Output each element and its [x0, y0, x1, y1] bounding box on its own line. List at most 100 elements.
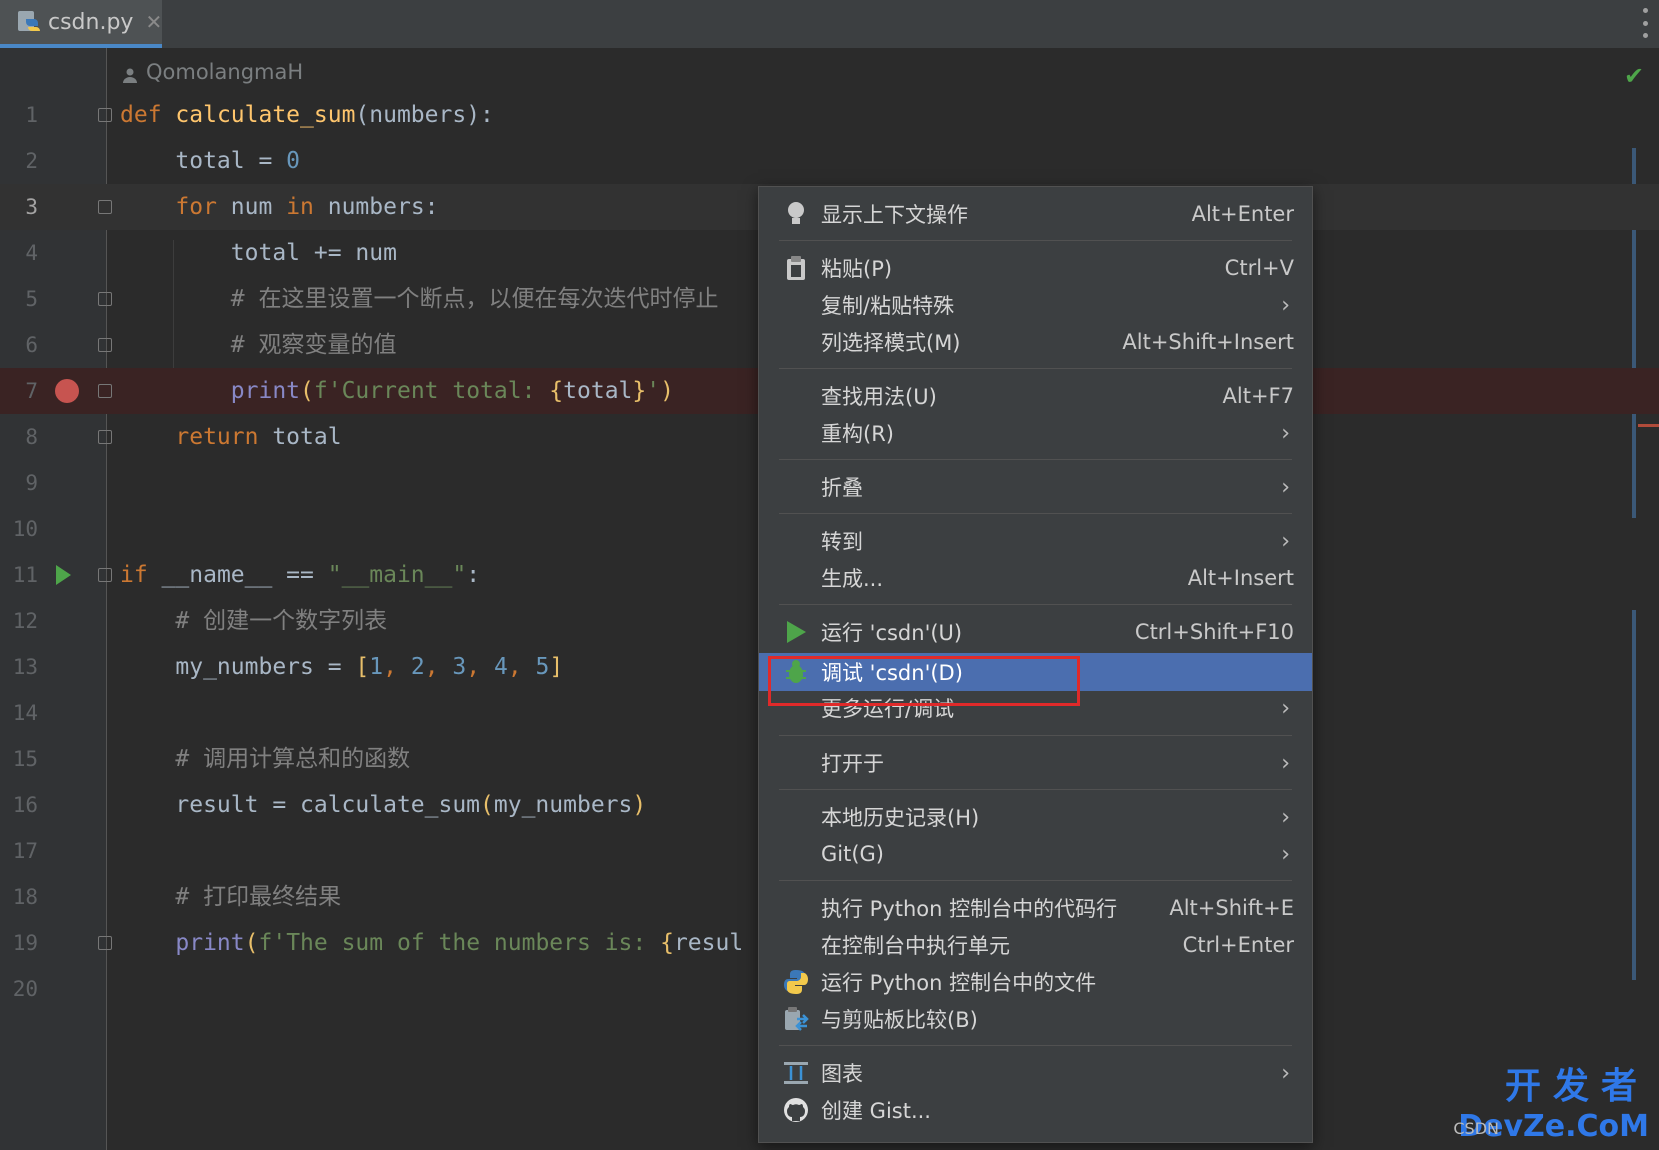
more-options-icon[interactable] — [1639, 8, 1651, 38]
menu-item-compare-clipboard[interactable]: 与剪贴板比较(B) — [759, 1001, 1312, 1037]
line-number: 18 — [12, 885, 38, 909]
menu-item-label: 复制/粘贴特殊 — [821, 294, 955, 318]
code-token: def — [120, 102, 162, 128]
menu-item-label: 折叠 — [821, 476, 863, 500]
line-number: 2 — [25, 149, 38, 173]
menu-item-shortcut: Alt+Enter — [1191, 202, 1294, 226]
code-token: 0 — [286, 148, 301, 174]
menu-item-label: 执行 Python 控制台中的代码行 — [821, 897, 1118, 921]
chevron-right-icon: › — [1281, 1060, 1290, 1086]
fold-icon[interactable] — [98, 568, 112, 582]
fold-icon[interactable] — [98, 936, 112, 950]
menu-item-label: 显示上下文操作 — [821, 203, 968, 227]
fold-icon[interactable] — [98, 108, 112, 122]
code-token: 2 — [410, 654, 425, 680]
menu-item-generate[interactable]: 生成... Alt+Insert — [759, 560, 1312, 596]
menu-item-label: 生成... — [821, 567, 884, 591]
code-token: calculate_sum — [175, 102, 356, 128]
compare-clipboard-icon — [781, 1004, 811, 1034]
watermark-small: CSDN — [1453, 1119, 1499, 1138]
fold-icon[interactable] — [98, 384, 112, 398]
menu-item-git[interactable]: Git(G) › — [759, 836, 1312, 872]
menu-item-find-usages[interactable]: 查找用法(U) Alt+F7 — [759, 378, 1312, 414]
menu-item-column-selection[interactable]: 列选择模式(M) Alt+Shift+Insert — [759, 324, 1312, 360]
code-token: my_numbers — [493, 792, 633, 818]
code-token: ( — [300, 378, 314, 404]
code-token: for — [175, 194, 217, 220]
code-line-1: 1 def calculate_sum(numbers): — [0, 92, 1659, 138]
menu-item-copy-paste-special[interactable]: 复制/粘贴特殊 › — [759, 287, 1312, 323]
menu-item-run-file-in-console[interactable]: 运行 Python 控制台中的文件 — [759, 964, 1312, 1000]
chevron-right-icon: › — [1281, 420, 1290, 446]
code-token: ( — [480, 792, 494, 818]
code-token: f'Current total: — [313, 378, 550, 404]
line-number: 6 — [25, 333, 38, 357]
code-comment: # 打印最终结果 — [175, 884, 342, 910]
code-token: , — [507, 654, 536, 680]
menu-item-label: 查找用法(U) — [821, 385, 937, 409]
menu-item-label: 本地历史记录(H) — [821, 806, 980, 830]
close-icon[interactable]: ✕ — [145, 10, 162, 34]
menu-item-show-context-actions[interactable]: 显示上下文操作 Alt+Enter — [759, 196, 1312, 232]
menu-item-diagrams[interactable]: 图表 › — [759, 1055, 1312, 1091]
line-number: 5 — [25, 287, 38, 311]
menu-item-exec-cell[interactable]: 在控制台中执行单元 Ctrl+Enter — [759, 927, 1312, 963]
inspection-ok-icon[interactable]: ✔ — [1624, 62, 1644, 90]
code-token: return — [175, 424, 259, 450]
fold-icon[interactable] — [98, 292, 112, 306]
code-token: total = — [175, 148, 287, 174]
line-number: 9 — [25, 471, 38, 495]
menu-item-exec-python-line[interactable]: 执行 Python 控制台中的代码行 Alt+Shift+E — [759, 890, 1312, 926]
menu-item-open-in[interactable]: 打开于 › — [759, 745, 1312, 781]
code-token: print — [175, 930, 245, 956]
code-token: __name__ == — [147, 562, 328, 588]
watermark: 开发者 DevZe.CoM CSDN — [1453, 1057, 1649, 1144]
menu-item-paste[interactable]: 粘贴(P) Ctrl+V — [759, 250, 1312, 286]
code-author-hint: QomolangmaH — [122, 60, 303, 84]
fold-icon[interactable] — [98, 430, 112, 444]
menu-item-label: 创建 Gist... — [821, 1099, 931, 1123]
menu-item-run-csdn[interactable]: 运行 'csdn'(U) Ctrl+Shift+F10 — [759, 614, 1312, 650]
code-comment: # 在这里设置一个断点，以便在每次迭代时停止 — [230, 286, 719, 312]
run-gutter-icon[interactable] — [56, 565, 71, 585]
code-token: ' — [646, 378, 661, 404]
code-token: } — [632, 378, 647, 404]
github-icon — [781, 1095, 811, 1125]
code-token: ) — [660, 378, 674, 404]
highlight-box — [768, 656, 1080, 706]
menu-item-refactor[interactable]: 重构(R) › — [759, 415, 1312, 451]
code-token: total — [258, 424, 342, 450]
code-token: 1 — [369, 654, 384, 680]
code-token: total += num — [230, 240, 397, 266]
watermark-line-1: 开发者 — [1504, 1066, 1649, 1107]
menu-item-folding[interactable]: 折叠 › — [759, 469, 1312, 505]
tab-filename: csdn.py — [48, 9, 134, 35]
fold-icon[interactable] — [98, 338, 112, 352]
menu-item-label: 列选择模式(M) — [821, 331, 961, 355]
menu-item-label: 粘贴(P) — [821, 257, 893, 281]
fold-icon[interactable] — [98, 200, 112, 214]
code-token: { — [549, 378, 564, 404]
chevron-right-icon: › — [1281, 804, 1290, 830]
code-token: (numbers): — [355, 102, 494, 128]
menu-separator — [779, 368, 1292, 369]
code-token: my_numbers = — [175, 654, 356, 680]
line-number: 14 — [12, 701, 38, 725]
breakpoint-icon[interactable] — [55, 379, 79, 403]
chevron-right-icon: › — [1281, 695, 1290, 721]
menu-separator — [779, 513, 1292, 514]
menu-item-goto[interactable]: 转到 › — [759, 523, 1312, 559]
lightbulb-icon — [781, 199, 811, 229]
tab-csdn-py[interactable]: csdn.py ✕ — [0, 0, 162, 48]
menu-item-label: Git(G) — [821, 842, 884, 866]
line-number: 8 — [25, 425, 38, 449]
line-number: 19 — [12, 931, 38, 955]
line-number: 17 — [12, 839, 38, 863]
menu-item-label: 重构(R) — [821, 422, 894, 446]
code-token: 4 — [493, 654, 508, 680]
python-icon — [781, 967, 811, 997]
menu-item-create-gist[interactable]: 创建 Gist... — [759, 1092, 1312, 1128]
menu-item-label: 转到 — [821, 530, 863, 554]
menu-item-local-history[interactable]: 本地历史记录(H) › — [759, 799, 1312, 835]
code-comment: # 观察变量的值 — [230, 332, 397, 358]
